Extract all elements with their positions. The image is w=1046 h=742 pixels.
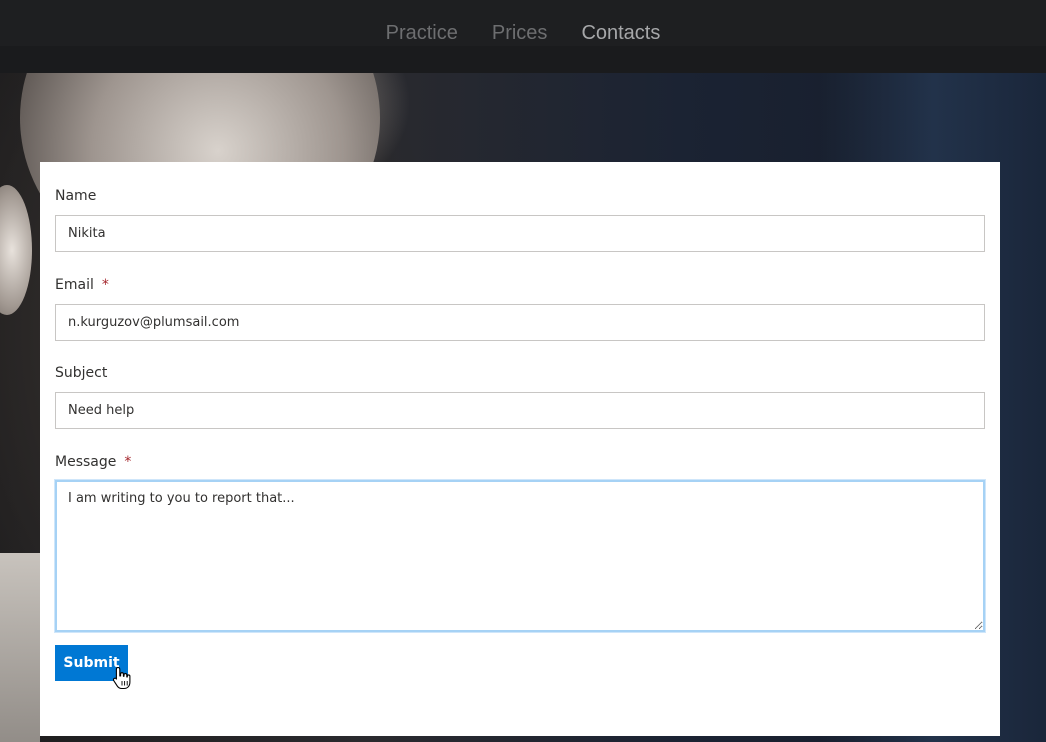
subject-label: Subject: [55, 364, 985, 382]
hero-person-shoulder: [0, 553, 40, 742]
message-textarea[interactable]: I am writing to you to report that...: [55, 480, 985, 632]
message-field-group: Message * I am writing to you to report …: [55, 453, 985, 632]
email-label-text: Email: [55, 277, 94, 293]
subject-input[interactable]: [55, 392, 985, 429]
top-navbar: Practice Prices Contacts: [0, 0, 1046, 73]
email-required-mark: *: [101, 277, 109, 293]
name-input[interactable]: [55, 215, 985, 252]
name-field-group: Name: [55, 187, 985, 252]
email-label: Email *: [55, 276, 985, 294]
hand-pointer-icon: [112, 666, 131, 690]
message-label-text: Message: [55, 454, 117, 470]
name-label: Name: [55, 187, 985, 205]
email-field-group: Email *: [55, 276, 985, 341]
nav-link-prices[interactable]: Prices: [492, 22, 548, 45]
name-label-text: Name: [55, 188, 97, 204]
nav-links: Practice Prices Contacts: [0, 0, 1046, 66]
nav-link-contacts[interactable]: Contacts: [581, 22, 660, 45]
message-label: Message *: [55, 453, 985, 471]
email-input[interactable]: [55, 304, 985, 341]
nav-link-practice[interactable]: Practice: [386, 22, 458, 45]
hero-person-ear: [0, 185, 32, 315]
contact-form-card: Name Email * Subject Message * I am writ…: [40, 162, 1000, 736]
subject-field-group: Subject: [55, 364, 985, 429]
subject-label-text: Subject: [55, 365, 108, 381]
message-required-mark: *: [124, 454, 132, 470]
